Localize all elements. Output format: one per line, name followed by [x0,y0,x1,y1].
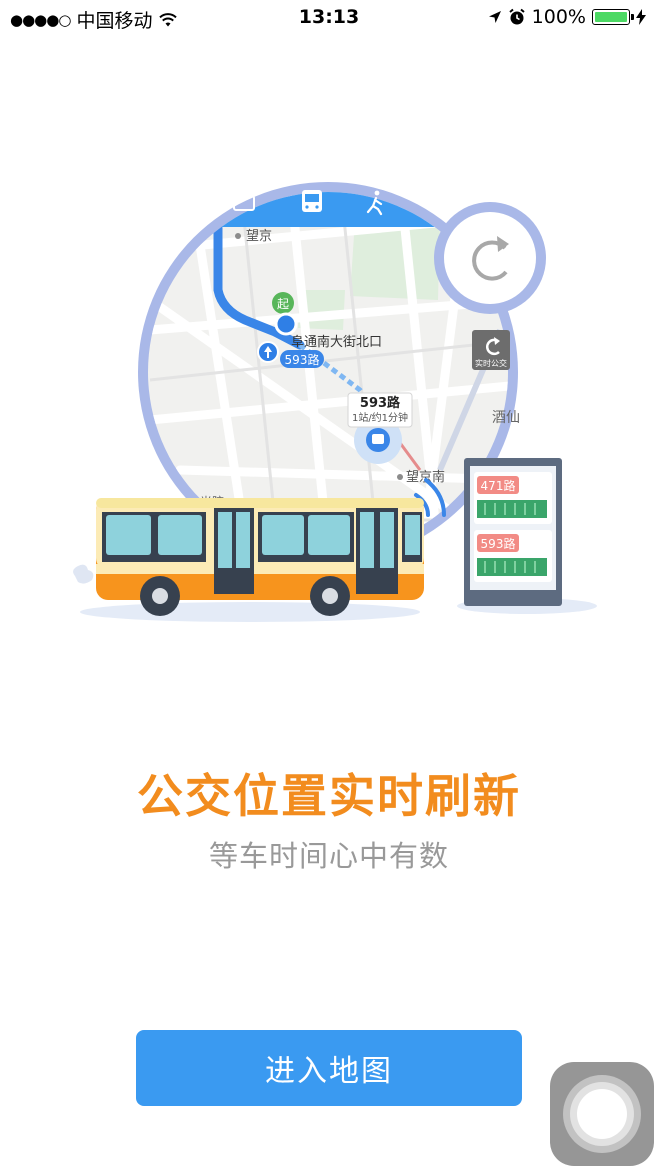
headline: 公交位置实时刷新 [137,769,521,823]
realtime-button-label: 实时公交 [475,358,507,368]
map-label-right: 酒仙 [492,410,520,426]
bus-popup-subtitle: 1站/约1分钟 [352,411,408,424]
assistive-touch-button[interactable] [550,1062,654,1166]
battery-percent: 100% [531,6,586,28]
refresh-bubble[interactable] [434,202,546,314]
battery-icon [592,9,634,25]
tab-bus[interactable] [302,190,322,212]
realtime-bus-button[interactable]: 实时公交 [472,330,510,370]
status-bar-right: 100% [488,6,646,28]
bus-stop-board: 471路 593路 [464,458,562,606]
location-arrow-icon [488,11,501,23]
charging-bolt-icon [636,9,646,25]
stop-line-2: 593路 [481,536,516,551]
status-bar: ●●●●○ 中国移动 13:13 100% [0,0,658,36]
bus-shadow [80,602,420,622]
alarm-icon [509,8,525,25]
map-label-start-stop: 阜通南大街北口 [291,334,382,350]
enter-map-button[interactable]: 进入地图 [136,1030,522,1106]
bus-popup[interactable]: 593路 1站/约1分钟 [347,392,413,428]
start-badge-label: 起 [277,297,289,311]
bus-icon [302,190,322,212]
stop-line-1: 471路 [481,478,516,493]
bus-graphic [73,498,424,616]
map-label-station: 望京南 [406,469,445,485]
map-label-place-top: 望京 [246,228,272,244]
subheadline: 等车时间心中有数 [208,839,449,873]
route-label: 593路 [285,352,320,367]
bus-map-illustration: 望京 起 阜通南大街北口 593路 593路 1站/约1分钟 望京南 酒仙 光院… [73,182,597,622]
bus-popup-title: 593路 [360,395,401,411]
